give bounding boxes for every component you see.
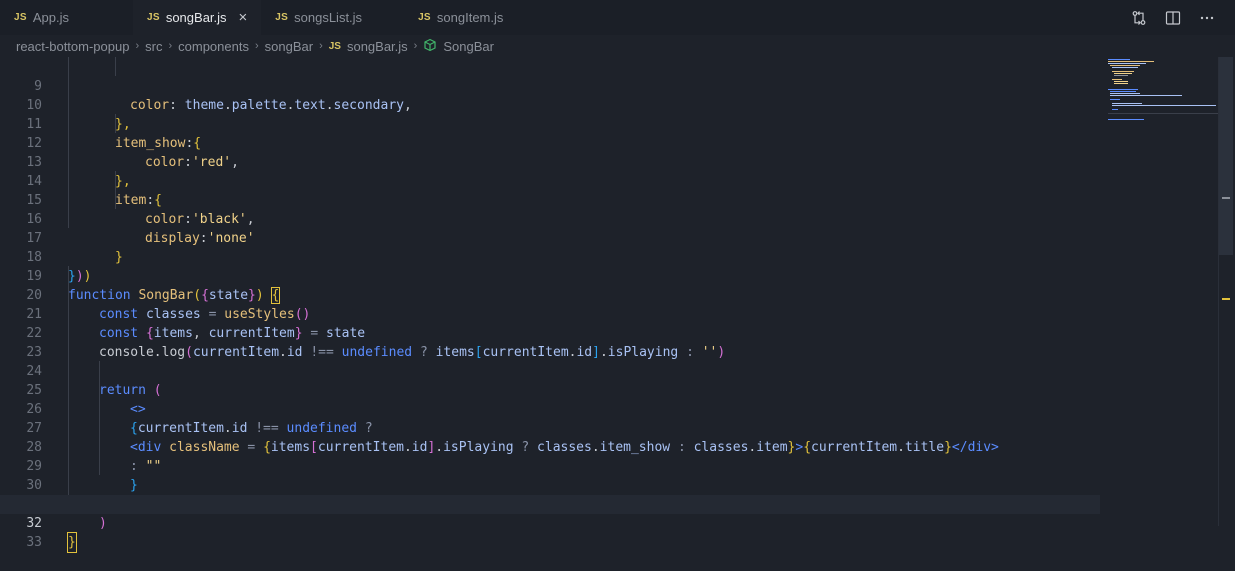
editor-tab-bar: JS App.js JS songBar.js × JS songsList.j… xyxy=(0,0,1235,35)
split-editor-icon[interactable] xyxy=(1165,10,1181,26)
breadcrumb: react-bottom-popup › src › components › … xyxy=(0,35,1235,57)
code-line: 10 }, xyxy=(0,77,1100,132)
code-line: 12 color:'red', xyxy=(0,115,1100,170)
current-line: 32 } xyxy=(0,495,1100,553)
code-line: 18 })) xyxy=(0,229,1100,284)
code-line: 19 function SongBar({state}) { xyxy=(0,248,1100,304)
minimap-line xyxy=(1108,59,1130,60)
chevron-right-icon: › xyxy=(319,40,323,52)
minimap-line xyxy=(1114,73,1132,74)
minimap-line xyxy=(1114,75,1128,76)
breadcrumb-file[interactable]: songBar.js xyxy=(347,39,408,54)
code-line: 14 item:{ xyxy=(0,153,1100,208)
code-line: 26 {currentItem.id !== undefined ? xyxy=(0,381,1100,436)
code-line: 25 <> xyxy=(0,362,1100,417)
minimap-line xyxy=(1110,91,1136,92)
tab-label: App.js xyxy=(32,10,69,25)
code-line: 27 <div className = {items[currentItem.i… xyxy=(0,400,1100,455)
code-line: 23 xyxy=(0,324,1100,360)
code-line: 17 } xyxy=(0,210,1100,265)
code-line: 16 display:'none' xyxy=(0,191,1100,246)
code-line: 33 xyxy=(0,514,1100,550)
tab-app-js[interactable]: JS App.js xyxy=(0,0,133,35)
compare-changes-icon[interactable] xyxy=(1131,10,1147,26)
minimap-line xyxy=(1112,103,1142,104)
js-file-icon: JS xyxy=(275,12,289,23)
chevron-right-icon: › xyxy=(135,40,140,52)
close-icon[interactable]: × xyxy=(239,9,248,26)
minimap-line xyxy=(1108,89,1138,90)
tab-label: songsList.js xyxy=(294,10,363,25)
minimap-line xyxy=(1112,71,1134,72)
minimap-line xyxy=(1114,81,1128,82)
code-line: 20 const classes = useStyles() xyxy=(0,267,1100,322)
chevron-right-icon: › xyxy=(168,40,173,52)
code-line: 30 </> xyxy=(0,457,1100,512)
breadcrumb-item[interactable]: songBar xyxy=(265,39,313,54)
js-file-icon: JS xyxy=(418,12,431,23)
code-line: 15 color:'black', xyxy=(0,172,1100,227)
minimap-line xyxy=(1114,83,1128,84)
tab-label: songBar.js xyxy=(165,10,227,25)
code-line: 9 color: theme.palette.text.secondary, xyxy=(0,58,1100,113)
code-line: 22 console.log(currentItem.id !== undefi… xyxy=(0,305,1100,360)
tab-songslist-js[interactable]: JS songsList.js xyxy=(261,0,404,35)
line-number: 33 xyxy=(26,535,42,550)
breadcrumb-symbol[interactable]: SongBar xyxy=(443,39,494,54)
scrollbar-marker xyxy=(1222,197,1230,199)
scrollbar-thumb[interactable] xyxy=(1219,57,1233,255)
token: } xyxy=(67,532,77,553)
code-line: 13 }, xyxy=(0,134,1100,189)
minimap-line xyxy=(1108,119,1144,120)
code-line: 28 : "" xyxy=(0,419,1100,474)
chevron-right-icon: › xyxy=(413,40,418,52)
js-file-icon: JS xyxy=(328,40,341,52)
breadcrumb-item[interactable]: react-bottom-popup xyxy=(16,39,129,54)
minimap[interactable] xyxy=(1104,57,1224,526)
minimap-line xyxy=(1110,65,1140,66)
code-editor[interactable]: 9 color: theme.palette.text.secondary, 1… xyxy=(0,57,1100,553)
minimap-line xyxy=(1112,67,1138,68)
minimap-line xyxy=(1110,99,1120,100)
chevron-right-icon: › xyxy=(254,40,259,52)
js-file-icon: JS xyxy=(14,12,27,23)
breadcrumb-item[interactable]: components xyxy=(178,39,249,54)
code-line: 29 } xyxy=(0,438,1100,493)
js-file-icon: JS xyxy=(146,12,160,23)
minimap-line xyxy=(1112,105,1216,106)
tab-actions xyxy=(1131,0,1235,35)
code-line: 21 const {items, currentItem} = state xyxy=(0,286,1100,341)
tab-label: songItem.js xyxy=(436,10,504,25)
minimap-line xyxy=(1112,79,1122,80)
code-line: 24 return ( xyxy=(0,343,1100,398)
minimap-line xyxy=(1110,95,1182,96)
symbol-method-icon xyxy=(423,38,437,55)
code-line: 31 ) xyxy=(0,476,1100,531)
breadcrumb-item[interactable]: src xyxy=(145,39,162,54)
code-line: 11 item_show:{ xyxy=(0,96,1100,151)
minimap-line xyxy=(1108,63,1146,64)
more-actions-icon[interactable] xyxy=(1199,10,1215,26)
minimap-line xyxy=(1108,61,1154,62)
minimap-line xyxy=(1108,113,1218,114)
tab-songitem-js[interactable]: JS songItem.js xyxy=(404,0,517,35)
minimap-line xyxy=(1110,93,1140,94)
scrollbar-marker xyxy=(1222,298,1230,300)
tab-songbar-js[interactable]: JS songBar.js × xyxy=(132,0,262,35)
minimap-line xyxy=(1112,109,1118,110)
